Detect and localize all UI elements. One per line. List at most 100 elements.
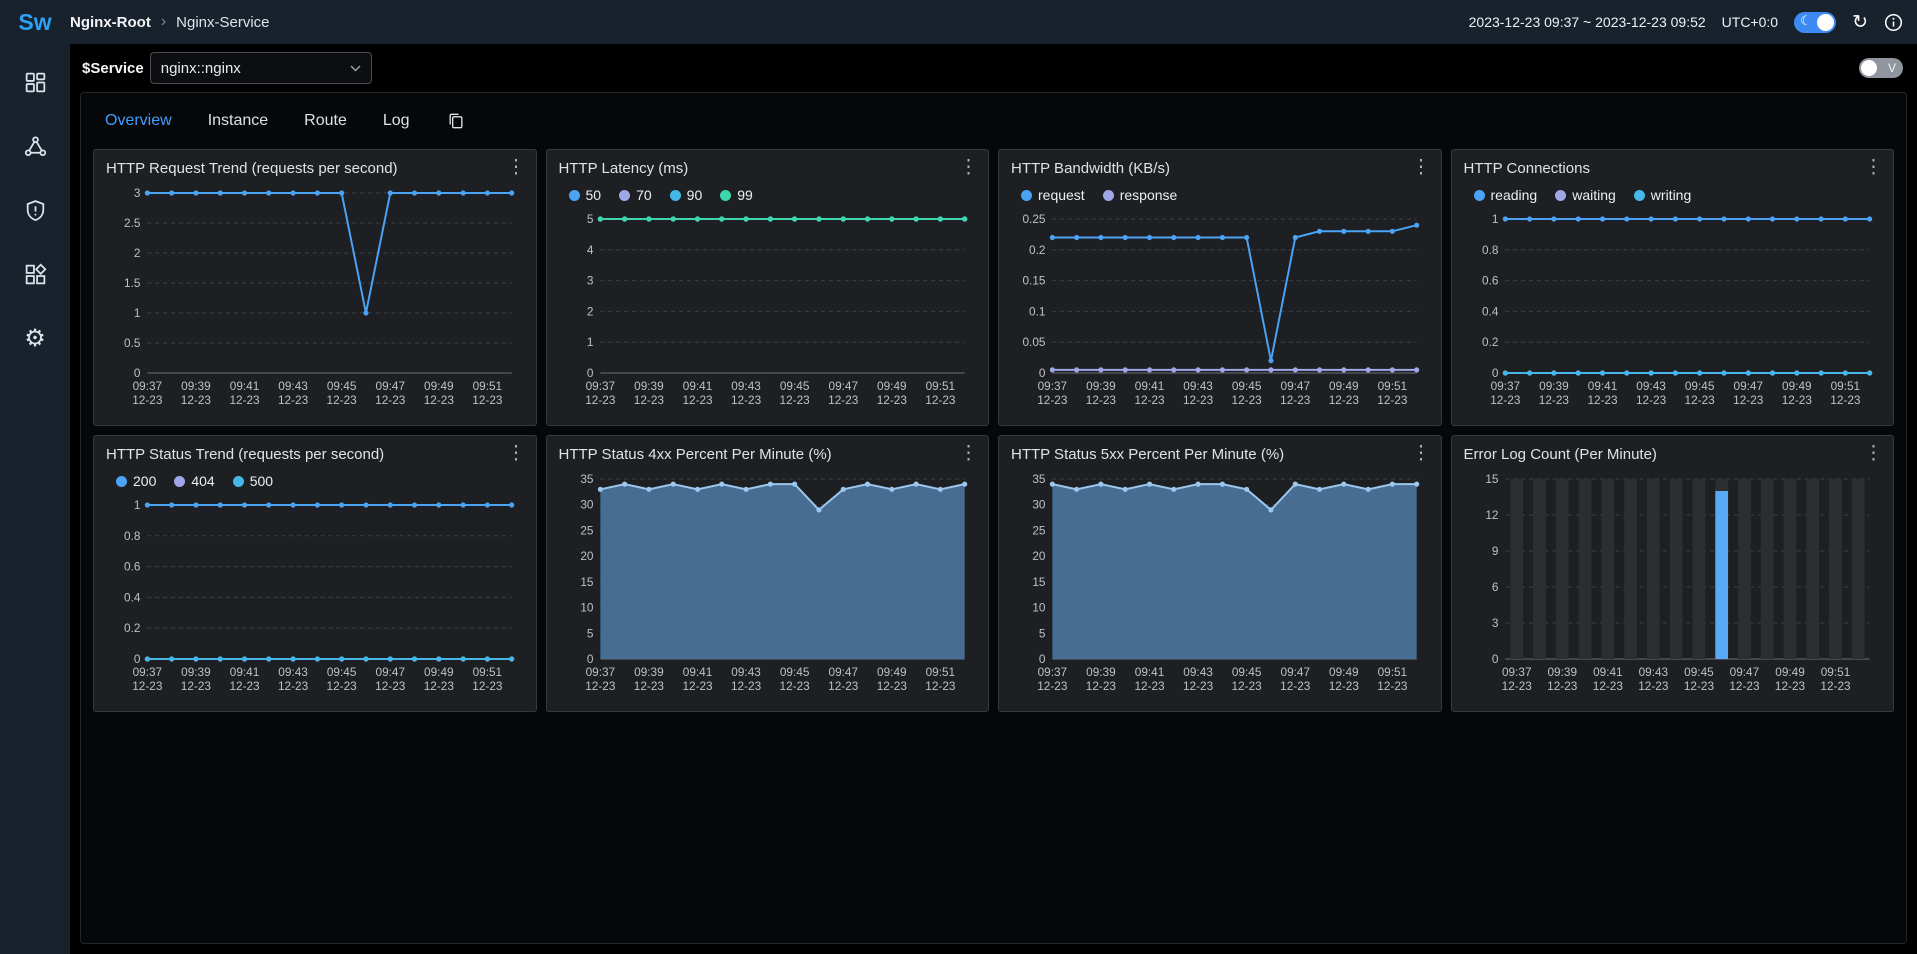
chart-legend: 200 404 500 (116, 473, 524, 489)
svg-text:09:49: 09:49 (877, 665, 907, 679)
svg-text:5: 5 (1039, 626, 1046, 640)
info-icon[interactable] (1884, 13, 1903, 32)
svg-text:12-23: 12-23 (925, 393, 956, 407)
legend-item[interactable]: 500 (233, 473, 273, 489)
sidebar-item-marketplace[interactable] (21, 260, 49, 288)
legend-item[interactable]: 70 (619, 187, 652, 203)
chart-plot: 01234509:3712-2309:3912-2309:4112-2309:4… (559, 207, 977, 411)
svg-text:09:47: 09:47 (1733, 379, 1763, 393)
svg-text:09:43: 09:43 (1183, 379, 1213, 393)
svg-text:12-23: 12-23 (1086, 679, 1117, 693)
svg-text:09:43: 09:43 (1183, 665, 1213, 679)
svg-text:12-23: 12-23 (876, 679, 907, 693)
tab-instance[interactable]: Instance (208, 112, 268, 130)
main-content: $Service nginx::nginx V Overview Instance… (70, 44, 1917, 954)
chart-card: Error Log Count (Per Minute) ⋮ 036912150… (1451, 435, 1895, 712)
legend-item[interactable]: reading (1474, 187, 1538, 203)
breadcrumb-current[interactable]: Nginx-Service (176, 14, 269, 31)
chart-card: HTTP Request Trend (requests per second)… (93, 149, 537, 426)
svg-text:09:39: 09:39 (1547, 665, 1577, 679)
svg-text:09:43: 09:43 (278, 665, 308, 679)
svg-text:0.2: 0.2 (124, 621, 141, 635)
chart-menu-button[interactable]: ⋮ (959, 444, 978, 463)
svg-text:09:51: 09:51 (1820, 665, 1850, 679)
svg-text:12-23: 12-23 (472, 679, 503, 693)
legend-dot (670, 190, 681, 201)
svg-text:12-23: 12-23 (682, 679, 713, 693)
svg-text:09:37: 09:37 (1038, 665, 1068, 679)
legend-item[interactable]: response (1103, 187, 1178, 203)
copy-icon[interactable] (446, 111, 466, 131)
breadcrumb-root[interactable]: Nginx-Root (70, 14, 151, 31)
time-range-picker[interactable]: 2023-12-23 09:37 ~ 2023-12-23 09:52 (1469, 14, 1706, 30)
svg-text:12-23: 12-23 (1490, 393, 1521, 407)
svg-text:09:39: 09:39 (181, 379, 211, 393)
legend-label: 70 (636, 187, 652, 203)
chart-menu-button[interactable]: ⋮ (507, 444, 526, 463)
legend-dot (116, 476, 127, 487)
chart-menu-button[interactable]: ⋮ (507, 158, 526, 177)
chart-menu-button[interactable]: ⋮ (959, 158, 978, 177)
refresh-icon[interactable]: ↻ (1852, 13, 1868, 32)
tab-route[interactable]: Route (304, 112, 347, 130)
tab-overview[interactable]: Overview (105, 112, 172, 130)
legend-item[interactable]: 90 (670, 187, 703, 203)
legend-item[interactable]: 404 (174, 473, 214, 489)
svg-text:0.2: 0.2 (1029, 243, 1046, 257)
chart-menu-button[interactable]: ⋮ (1864, 444, 1883, 463)
chart-canvas: 00.511.522.5309:3712-2309:3912-2309:4112… (106, 181, 524, 411)
chart-canvas: 0510152025303509:3712-2309:3912-2309:411… (1011, 467, 1429, 697)
tab-log[interactable]: Log (383, 112, 410, 130)
chart-plot: 00.511.522.5309:3712-2309:3912-2309:4112… (106, 181, 524, 411)
service-select[interactable]: nginx::nginx (150, 52, 372, 84)
svg-text:1: 1 (134, 306, 141, 320)
svg-text:3: 3 (586, 274, 593, 288)
svg-text:0.4: 0.4 (1482, 304, 1499, 318)
version-toggle-knob (1861, 60, 1877, 76)
svg-text:0: 0 (1491, 652, 1498, 666)
svg-text:20: 20 (580, 549, 594, 563)
svg-text:12-23: 12-23 (132, 393, 163, 407)
legend-dot (1103, 190, 1114, 201)
chart-menu-button[interactable]: ⋮ (1412, 158, 1431, 177)
svg-text:12-23: 12-23 (1280, 393, 1311, 407)
legend-item[interactable]: waiting (1555, 187, 1616, 203)
service-toolbar: $Service nginx::nginx V (70, 44, 1917, 92)
svg-text:09:51: 09:51 (925, 379, 955, 393)
skywalking-logo[interactable]: Sw (0, 9, 70, 36)
chart-menu-button[interactable]: ⋮ (1864, 158, 1883, 177)
chart-menu-button[interactable]: ⋮ (1412, 444, 1431, 463)
svg-text:12-23: 12-23 (132, 679, 163, 693)
topology-icon (23, 134, 48, 159)
legend-item[interactable]: 50 (569, 187, 602, 203)
legend-item[interactable]: request (1021, 187, 1085, 203)
chart-card: HTTP Status 4xx Percent Per Minute (%) ⋮… (546, 435, 990, 712)
legend-dot (1474, 190, 1485, 201)
legend-item[interactable]: writing (1634, 187, 1691, 203)
svg-text:12-23: 12-23 (1820, 679, 1851, 693)
chart-legend: 50 70 90 99 (569, 187, 977, 203)
theme-toggle[interactable]: ☾ (1794, 12, 1836, 33)
svg-text:0: 0 (1039, 366, 1046, 380)
legend-dot (174, 476, 185, 487)
sidebar-item-settings[interactable]: ⚙ (21, 324, 49, 352)
svg-text:2: 2 (586, 304, 593, 318)
svg-text:09:43: 09:43 (731, 665, 761, 679)
timezone-label[interactable]: UTC+0:0 (1722, 14, 1778, 30)
svg-text:15: 15 (580, 575, 594, 589)
legend-item[interactable]: 99 (720, 187, 753, 203)
legend-item[interactable]: 200 (116, 473, 156, 489)
svg-text:2: 2 (134, 246, 141, 260)
svg-text:09:39: 09:39 (1086, 379, 1116, 393)
legend-dot (1021, 190, 1032, 201)
sidebar-item-topology[interactable] (21, 132, 49, 160)
breadcrumb-separator-icon: › (161, 13, 166, 31)
sidebar-item-alerting[interactable] (21, 196, 49, 224)
version-toggle[interactable]: V (1859, 58, 1903, 78)
svg-text:12-23: 12-23 (375, 679, 406, 693)
sidebar-item-dashboards[interactable] (21, 68, 49, 96)
svg-text:4: 4 (586, 243, 593, 257)
svg-text:09:51: 09:51 (1378, 665, 1408, 679)
service-select-value: nginx::nginx (161, 60, 241, 77)
svg-text:12-23: 12-23 (1638, 679, 1669, 693)
